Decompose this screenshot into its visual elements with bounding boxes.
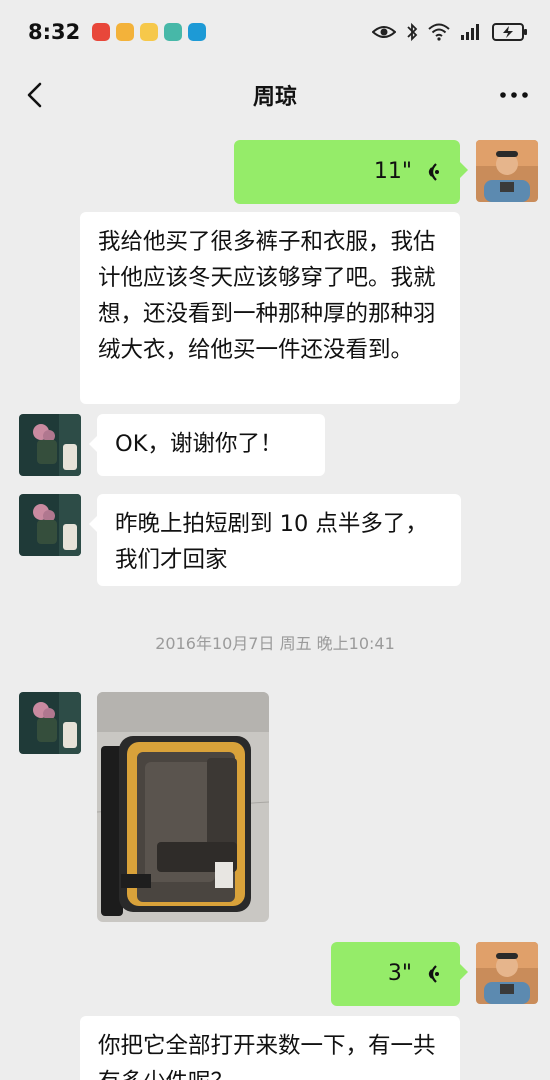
my-avatar[interactable] [476,942,538,1004]
text-message-bubble[interactable]: 你把它全部打开来数一下，有一共有多少件呢？ [80,1016,460,1080]
voice-duration: 11" [373,159,412,184]
voice-icon [428,965,439,983]
back-button[interactable] [20,78,54,112]
app-notification-icon [92,23,111,41]
message-text: 我给他买了很多裤子和衣服，我估计他应该冬天应该够穿了吧。我就想，还没看到一种那种… [98,229,436,363]
text-message-bubble[interactable]: 我给他买了很多裤子和衣服，我估计他应该冬天应该够穿了吧。我就想，还没看到一种那种… [80,212,460,404]
chat-timestamp: 2016年10月7日 周五 晚上10:41 [155,634,395,653]
voice-icon [428,163,439,181]
voice-message[interactable]: 3" [331,942,460,1006]
contact-avatar[interactable] [19,414,81,476]
app-notification-icon [164,23,183,41]
more-button[interactable] [496,82,532,108]
contact-avatar[interactable] [19,494,81,556]
status-bar: 8:32 [0,0,550,64]
voice-message-bubble[interactable]: 11" [234,140,468,204]
notification-icons [92,23,207,41]
text-message-bubble[interactable]: OK，谢谢你了！ [89,414,325,476]
signal-icon [461,24,479,40]
more-icon [500,92,528,98]
voice-duration: 3" [387,961,412,986]
status-time: 8:32 [28,20,81,44]
message-text: 昨晚上拍短剧到 10 点半多了，我们才回家 [115,511,428,573]
wifi-icon [428,23,450,41]
message-text: 你把它全部打开来数一下，有一共有多少件呢？ [98,1033,436,1080]
battery-icon [492,23,527,41]
text-message-bubble[interactable]: 昨晚上拍短剧到 10 点半多了，我们才回家 [89,494,461,586]
voice-message[interactable]: 11" [234,140,460,204]
chat-header: 周琼 [0,64,550,126]
status-indicators [372,22,528,42]
eye-icon [372,26,396,38]
app-notification-icon [116,23,135,41]
weibo-icon [140,23,159,41]
contact-avatar[interactable] [19,692,81,754]
voice-message-bubble[interactable]: 3" [331,942,468,1006]
bluetooth-icon [407,22,418,42]
back-icon [27,82,42,108]
photo-suitcase [97,692,269,922]
app-notification-icon [188,23,207,41]
photo-message[interactable] [97,692,269,922]
my-avatar[interactable] [476,140,538,202]
chat-title: 周琼 [252,85,297,110]
message-text: OK，谢谢你了！ [115,431,283,457]
